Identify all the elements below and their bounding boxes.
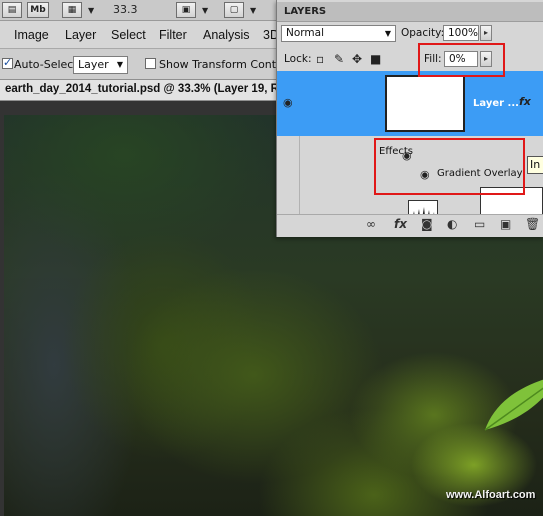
auto-select-dropdown[interactable]: Layer ▼ — [73, 56, 128, 74]
mask-icon[interactable]: ◙ — [421, 217, 433, 231]
trash-icon[interactable]: 🗑 — [525, 217, 540, 231]
menu-select[interactable]: Select — [111, 28, 146, 42]
app-icon[interactable]: ▤ — [2, 2, 22, 18]
layer-name[interactable]: Layer ... — [473, 98, 519, 109]
film-strip-icon[interactable]: ▦ — [62, 2, 82, 18]
chevron-down-icon[interactable]: ▼ — [202, 6, 208, 15]
fill-highlight-box — [418, 43, 505, 77]
tooltip: In — [527, 156, 543, 174]
chevron-down-icon: ▼ — [116, 60, 123, 69]
brush-icon[interactable]: ✎ — [334, 52, 344, 66]
show-transform-checkbox[interactable] — [145, 58, 156, 69]
move-icon[interactable]: ✥ — [352, 52, 362, 66]
effects-highlight-box — [374, 138, 525, 195]
menu-image[interactable]: Image — [14, 28, 49, 42]
menu-analysis[interactable]: Analysis — [203, 28, 250, 42]
lock-transparent-icon[interactable]: ▫ — [316, 52, 324, 66]
screen-mode-icon[interactable]: ▢ — [224, 2, 244, 18]
blend-mode-value: Normal — [286, 27, 324, 39]
chevron-down-icon: ▼ — [384, 29, 391, 38]
arrange-documents-icon[interactable]: ▣ — [176, 2, 196, 18]
opacity-field[interactable]: 100% — [443, 25, 479, 41]
chevron-down-icon[interactable]: ▼ — [250, 6, 256, 15]
fx-icon[interactable]: fx — [519, 95, 531, 108]
opacity-label: Opacity: — [401, 27, 445, 39]
auto-select-value: Layer — [78, 58, 109, 71]
watermark-text: www.Alfoart.com — [446, 489, 536, 501]
document-tab[interactable]: earth_day_2014_tutorial.psd @ 33.3% (Lay… — [0, 80, 299, 101]
lock-label: Lock: — [284, 53, 312, 65]
auto-select-checkbox[interactable] — [2, 56, 13, 69]
menu-layer[interactable]: Layer — [65, 28, 96, 42]
blend-mode-dropdown[interactable]: Normal ▼ — [281, 25, 396, 42]
panel-title: LAYERS — [284, 6, 327, 17]
auto-select-label: Auto-Select: — [14, 58, 82, 71]
fx-icon[interactable]: fx — [394, 217, 407, 231]
minibridge-button[interactable]: Mb — [27, 2, 49, 18]
link-icon[interactable]: ∞ — [366, 217, 376, 231]
document-title: earth_day_2014_tutorial.psd @ 33.3% (Lay… — [5, 83, 300, 95]
menu-filter[interactable]: Filter — [159, 28, 187, 42]
folder-icon[interactable]: ▭ — [474, 217, 485, 231]
layer-thumbnail[interactable] — [385, 75, 465, 132]
zoom-level[interactable]: 33.3 — [113, 3, 153, 16]
lock-icon[interactable]: ■ — [370, 52, 381, 66]
new-layer-icon[interactable]: ▣ — [500, 217, 511, 231]
leaf-image — [484, 379, 543, 431]
opacity-stepper[interactable]: ▸ — [480, 25, 492, 41]
chevron-down-icon[interactable]: ▼ — [88, 6, 94, 15]
adjustment-icon[interactable]: ◐ — [447, 217, 457, 231]
eye-icon[interactable]: ◉ — [283, 96, 293, 109]
